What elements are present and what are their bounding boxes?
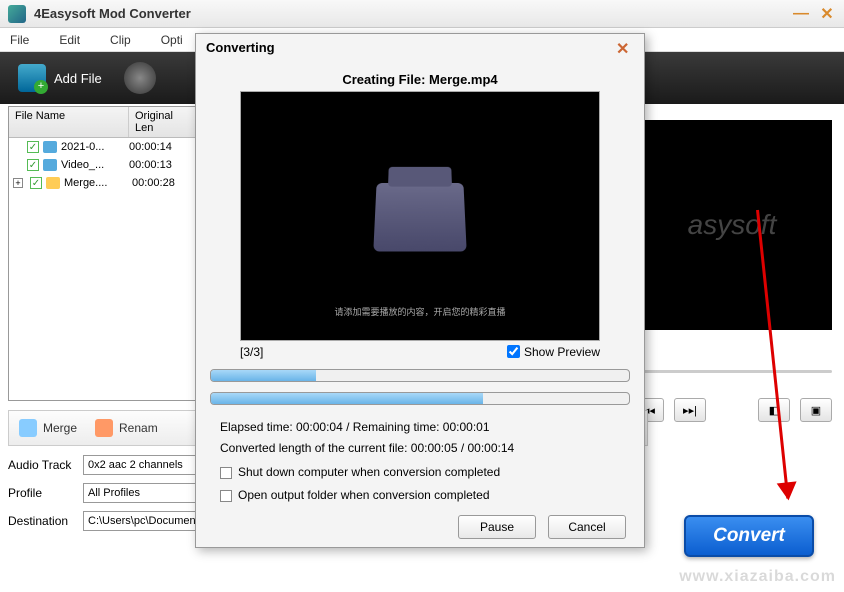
merge-button[interactable]: Merge — [19, 419, 77, 437]
list-item[interactable]: + Merge.... 00:00:28 — [9, 174, 199, 192]
progress-bar-total — [210, 392, 630, 405]
minimize-icon[interactable]: — — [792, 7, 810, 21]
merge-label: Merge — [43, 421, 77, 435]
file-name: Video_... — [61, 159, 129, 171]
checkbox-icon[interactable] — [27, 159, 39, 171]
file-name: 2021-0... — [61, 141, 129, 153]
preview-panel: asysoft — [632, 120, 832, 360]
preview-watermark: asysoft — [688, 209, 777, 241]
titlebar: 4Easysoft Mod Converter — ✕ — [0, 0, 844, 28]
checkbox-icon[interactable] — [220, 467, 232, 479]
effect-icon[interactable] — [124, 62, 156, 94]
show-preview-toggle[interactable]: Show Preview — [507, 345, 600, 359]
col-length[interactable]: Original Len — [129, 107, 199, 137]
video-file-icon — [43, 141, 57, 153]
preview-caption: 请添加需要播放的内容，开启您的精彩直播 — [241, 305, 599, 318]
merge-icon — [19, 419, 37, 437]
checkbox-icon[interactable] — [27, 141, 39, 153]
audio-track-label: Audio Track — [8, 458, 83, 472]
menu-edit[interactable]: Edit — [59, 33, 80, 47]
checkbox-icon[interactable] — [220, 490, 232, 502]
destination-label: Destination — [8, 514, 83, 528]
rename-icon — [95, 419, 113, 437]
file-name: Merge.... — [64, 177, 132, 189]
pause-button[interactable]: Pause — [458, 515, 536, 539]
dialog-titlebar: Converting ✕ — [196, 34, 644, 62]
col-filename[interactable]: File Name — [9, 107, 129, 137]
expand-icon[interactable]: + — [13, 178, 23, 188]
list-item[interactable]: Video_... 00:00:13 — [9, 156, 199, 174]
list-item[interactable]: 2021-0... 00:00:14 — [9, 138, 199, 156]
rename-label: Renam — [119, 421, 158, 435]
dialog-preview: 请添加需要播放的内容，开启您的精彩直播 — [240, 91, 600, 341]
file-list: File Name Original Len 2021-0... 00:00:1… — [8, 106, 200, 401]
progress-counter: [3/3] — [240, 345, 507, 359]
app-title: 4Easysoft Mod Converter — [34, 6, 792, 21]
player-controls: |◂◂ ▸▸| ◧ ▣ — [632, 370, 832, 420]
creating-file-label: Creating File: Merge.mp4 — [196, 62, 644, 91]
file-length: 00:00:28 — [132, 177, 192, 189]
progress-bar-current — [210, 369, 630, 382]
shutdown-label: Shut down computer when conversion compl… — [238, 462, 500, 484]
seek-track[interactable] — [632, 370, 832, 373]
file-length: 00:00:13 — [129, 159, 189, 171]
app-logo-icon — [8, 5, 26, 23]
show-preview-checkbox[interactable] — [507, 345, 520, 358]
site-watermark: www.xiazaiba.com — [679, 568, 836, 586]
elapsed-time-text: Elapsed time: 00:00:04 / Remaining time:… — [220, 417, 620, 439]
folder-icon — [46, 177, 60, 189]
converted-length-text: Converted length of the current file: 00… — [220, 438, 620, 460]
menu-file[interactable]: File — [10, 33, 29, 47]
converting-dialog: Converting ✕ Creating File: Merge.mp4 请添… — [195, 33, 645, 548]
cancel-button[interactable]: Cancel — [548, 515, 626, 539]
skip-forward-button[interactable]: ▸▸| — [674, 398, 706, 422]
dialog-title: Converting — [206, 40, 275, 55]
snapshot-button[interactable]: ◧ — [758, 398, 790, 422]
video-file-icon — [43, 159, 57, 171]
add-file-label: Add File — [54, 71, 102, 86]
gift-box-icon — [373, 183, 466, 252]
open-folder-option[interactable]: Open output folder when conversion compl… — [220, 485, 620, 507]
dialog-close-icon[interactable]: ✕ — [616, 39, 634, 57]
profile-label: Profile — [8, 486, 83, 500]
rename-button[interactable]: Renam — [95, 419, 158, 437]
video-preview: asysoft — [632, 120, 832, 330]
open-folder-label: Open output folder when conversion compl… — [238, 485, 490, 507]
show-preview-label: Show Preview — [524, 345, 600, 359]
add-file-icon — [18, 64, 46, 92]
close-icon[interactable]: ✕ — [818, 7, 836, 21]
shutdown-option[interactable]: Shut down computer when conversion compl… — [220, 462, 620, 484]
file-list-header: File Name Original Len — [9, 107, 199, 138]
menu-options[interactable]: Opti — [161, 33, 183, 47]
add-file-button[interactable]: Add File — [8, 60, 112, 96]
file-length: 00:00:14 — [129, 141, 189, 153]
menu-clip[interactable]: Clip — [110, 33, 131, 47]
convert-button[interactable]: Convert — [684, 515, 814, 557]
camera-button[interactable]: ▣ — [800, 398, 832, 422]
checkbox-icon[interactable] — [30, 177, 42, 189]
